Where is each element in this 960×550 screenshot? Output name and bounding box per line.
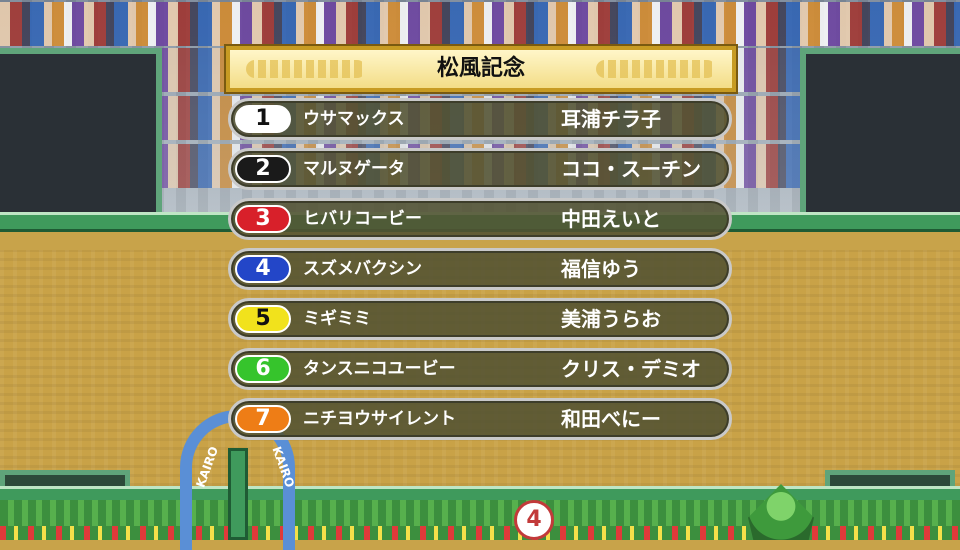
race-title: 松風記念 (436, 56, 525, 81)
horse-name: ニチヨウサイレント (303, 409, 456, 429)
post-number-badge: 7 (235, 405, 291, 433)
entry-row-1[interactable]: 1 ウサマックス 耳浦チラ子 (228, 98, 732, 140)
flower-bed (0, 526, 960, 540)
horse-name: スズメバクシン (303, 259, 422, 279)
entry-row-2[interactable]: 2 マルヌゲータ ココ・スーチン (228, 148, 732, 190)
jockey-name: 耳浦チラ子 (561, 107, 661, 131)
horse-name: ヒバリコービー (303, 209, 422, 229)
jockey-name: クリス・デミオ (561, 357, 701, 381)
crowd-row (0, 2, 960, 46)
entry-row-5[interactable]: 5 ミギミミ 美浦うらお (228, 298, 732, 340)
post-number-badge: 5 (235, 305, 291, 333)
distance-post-badge: 4 (514, 500, 554, 540)
arch-post (228, 448, 248, 540)
entry-row-7[interactable]: 7 ニチヨウサイレント 和田べにー (228, 398, 732, 440)
entry-row-3[interactable]: 3 ヒバリコービー 中田えいと (228, 198, 732, 240)
jockey-name: 美浦うらお (561, 307, 661, 331)
horse-name: マルヌゲータ (303, 159, 405, 179)
post-number-badge: 3 (235, 205, 291, 233)
horse-name: ウサマックス (303, 109, 405, 129)
jockey-name: 和田べにー (561, 407, 661, 431)
jockey-name: 福信ゆう (561, 257, 641, 281)
entry-row-4[interactable]: 4 スズメバクシン 福信ゆう (228, 248, 732, 290)
horse-name: ミギミミ (303, 309, 371, 329)
post-number-badge: 6 (235, 355, 291, 383)
jockey-name: ココ・スーチン (561, 157, 701, 181)
post-number-badge: 2 (235, 155, 291, 183)
post-number-badge: 1 (235, 105, 291, 133)
jockey-name: 中田えいと (561, 207, 661, 231)
left-tunnel (0, 48, 162, 230)
race-title-banner: 松風記念 (224, 44, 738, 94)
horse-name: タンスニコユービー (303, 359, 456, 379)
post-number-badge: 4 (235, 255, 291, 283)
right-tunnel (800, 48, 960, 230)
entry-row-6[interactable]: 6 タンスニコユービー クリス・デミオ (228, 348, 732, 390)
